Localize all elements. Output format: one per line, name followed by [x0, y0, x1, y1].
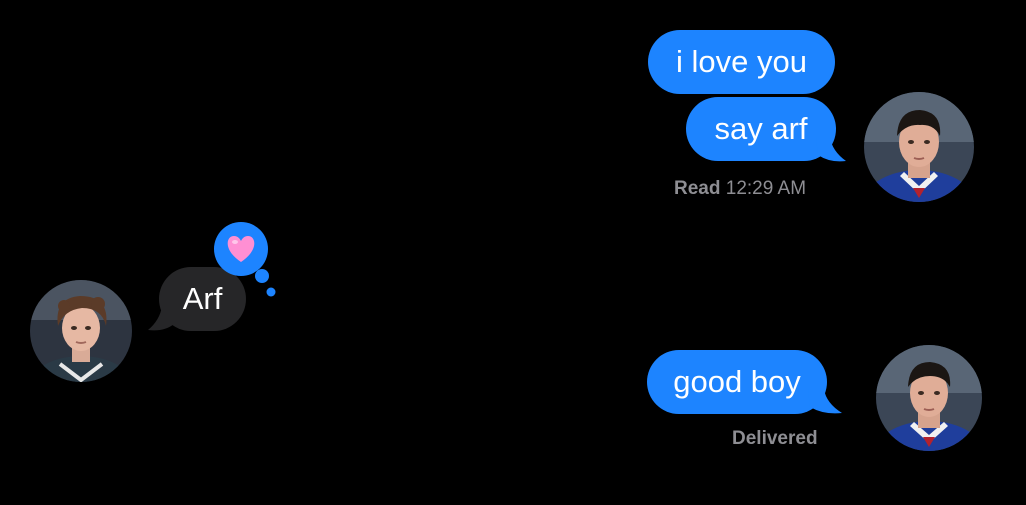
read-time: 12:29 AM [725, 178, 807, 199]
heart-reaction-badge[interactable] [208, 218, 278, 298]
delivered-status: Delivered [732, 428, 818, 450]
bubble-tail [816, 137, 846, 162]
bubble-tail [148, 306, 176, 331]
message-bubble-sent[interactable]: say arf [686, 97, 836, 161]
sender-avatar[interactable] [864, 92, 974, 202]
sender-avatar[interactable] [876, 345, 982, 451]
contact-avatar[interactable] [30, 280, 132, 382]
message-text: good boy [673, 364, 801, 399]
message-bubble-sent[interactable]: good boy [647, 350, 827, 414]
delivered-label: Delivered [732, 428, 818, 449]
message-text: i love you [676, 44, 807, 79]
message-text: say arf [714, 111, 808, 146]
read-receipt: Read 12:29 AM [674, 178, 806, 200]
read-label: Read [674, 178, 721, 199]
bubble-tail [808, 389, 842, 414]
message-bubble-sent[interactable]: i love you [648, 30, 835, 94]
